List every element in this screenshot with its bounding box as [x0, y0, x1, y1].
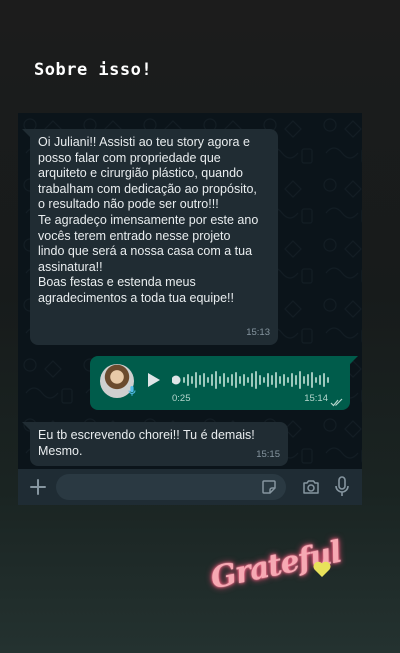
message-input[interactable]: [56, 474, 286, 500]
read-receipt-icon: [330, 398, 343, 407]
message-text: Oi Juliani!! Assisti ao teu story agora …: [38, 135, 278, 307]
message-line: vocês terem entrado nesse projeto: [38, 228, 231, 243]
play-icon[interactable]: [148, 373, 160, 387]
message-line: lindo que será a nossa casa com a tua: [38, 244, 253, 259]
message-time: 15:14: [304, 393, 328, 405]
camera-icon[interactable]: [302, 478, 320, 496]
message-line: posso falar com propriedade que: [38, 150, 221, 165]
voice-duration: 0:25: [172, 393, 191, 405]
incoming-message[interactable]: Eu tb escrevendo chorei!! Tu é demais! M…: [22, 422, 288, 466]
sticker-icon[interactable]: [261, 479, 277, 495]
message-line: Eu tb escrevendo chorei!! Tu é demais!: [38, 428, 255, 442]
message-time: 15:13: [246, 327, 270, 339]
bubble-tail: [350, 356, 358, 364]
message-line: o resultado não pode ser outro!!!: [38, 197, 219, 212]
bubble-tail: [22, 422, 30, 430]
story-caption: Sobre isso!: [34, 60, 153, 80]
mic-badge-icon: [128, 386, 136, 396]
plus-icon[interactable]: [28, 477, 48, 497]
message-line: Mesmo.: [38, 443, 83, 458]
message-line: arquiteto e cirurgião plástico, quando: [38, 166, 243, 181]
message-line: Te agradeço imensamente por este ano: [38, 212, 259, 227]
message-line: Oi Juliani!! Assisti ao teu story agora …: [38, 135, 250, 149]
waveform[interactable]: [172, 368, 340, 392]
grateful-sticker: Grateful: [208, 535, 344, 610]
message-line: assinatura!!: [38, 259, 103, 274]
chat-screenshot: Oi Juliani!! Assisti ao teu story agora …: [18, 113, 362, 505]
message-time: 15:15: [256, 449, 280, 461]
outgoing-voice-message[interactable]: 0:25 15:14: [90, 356, 358, 410]
message-text: Eu tb escrevendo chorei!! Tu é demais! M…: [38, 428, 278, 459]
message-line: trabalham com dedicação ao propósito,: [38, 181, 257, 196]
heart-icon: [313, 561, 331, 577]
message-input-bar: [18, 469, 362, 505]
message-line: agradecimentos a toda tua equipe!!: [38, 290, 234, 305]
message-line: Boas festas e estenda meus: [38, 275, 196, 290]
mic-icon[interactable]: [334, 476, 350, 498]
bubble-tail: [22, 129, 30, 137]
incoming-message[interactable]: Oi Juliani!! Assisti ao teu story agora …: [22, 129, 278, 345]
